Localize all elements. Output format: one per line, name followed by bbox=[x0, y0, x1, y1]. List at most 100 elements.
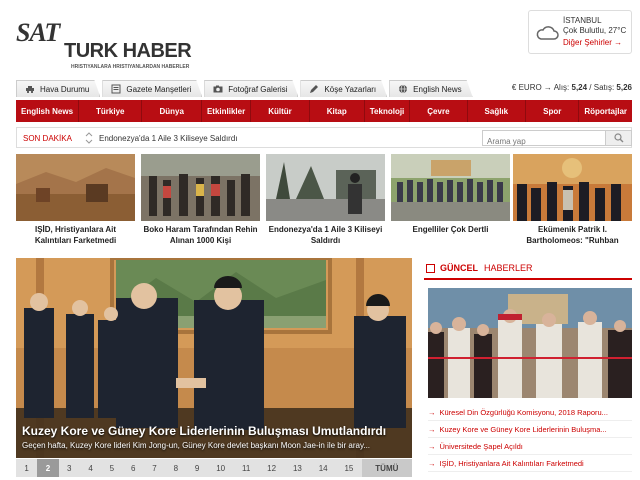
thumb-image[interactable] bbox=[16, 154, 135, 221]
other-cities-link[interactable]: Diğer Şehirler → bbox=[563, 38, 622, 47]
thumb-card[interactable]: Engelliler Çok Dertli bbox=[391, 154, 510, 246]
arrow-right-icon: → bbox=[428, 424, 436, 434]
topnav-english[interactable]: English News bbox=[389, 80, 472, 97]
nav-teknoloji[interactable]: Teknoloji bbox=[365, 100, 411, 122]
sidebar-header: GÜNCEL HABERLER bbox=[424, 258, 632, 280]
search-icon bbox=[613, 133, 623, 143]
list-item[interactable]: → Küresel Din Özgürlüğü Komisyonu, 2018 R… bbox=[428, 404, 632, 421]
nav-etkinlikler[interactable]: Etkinlikler bbox=[202, 100, 252, 122]
arrow-right-icon: → bbox=[428, 407, 436, 417]
search-button[interactable] bbox=[605, 131, 631, 145]
logo-badge: SAT bbox=[16, 18, 60, 47]
featured-description: Geçen hafta, Kuzey Kore lideri Kim Jong-… bbox=[22, 441, 371, 450]
thumb-caption[interactable]: Boko Haram Tarafından Rehin Alınan 1000 … bbox=[141, 224, 260, 246]
thumb-caption[interactable]: Ekümenik Patrik I. Bartholomeos: "Ruhban bbox=[513, 224, 632, 246]
thumb-image[interactable] bbox=[266, 154, 385, 221]
topnav-gallery-label: Fotoğraf Galerisi bbox=[228, 84, 288, 94]
list-item[interactable]: → Üniversitede Şapel Açıldı bbox=[428, 438, 632, 455]
nav-turkiye[interactable]: Türkiye bbox=[79, 100, 143, 122]
newspaper-icon bbox=[111, 84, 121, 94]
page-8[interactable]: 8 bbox=[165, 459, 186, 477]
nav-english-news[interactable]: English News bbox=[16, 100, 80, 122]
thumb-card[interactable]: Ekümenik Patrik I. Bartholomeos: "Ruhban bbox=[513, 154, 632, 246]
thumb-card[interactable]: Boko Haram Tarafından Rehin Alınan 1000 … bbox=[141, 154, 260, 246]
sidebar-news-list: → Küresel Din Özgürlüğü Komisyonu, 2018 R… bbox=[428, 404, 632, 472]
weather-widget: İSTANBUL Çok Bulutlu, 27°C Diğer Şehirle… bbox=[528, 10, 632, 54]
thumb-image[interactable] bbox=[391, 154, 510, 221]
nav-kitap[interactable]: Kitap bbox=[310, 100, 365, 122]
weather-condition: Çok Bulutlu, 27°C bbox=[563, 26, 627, 35]
nav-saglik[interactable]: Sağlık bbox=[468, 100, 527, 122]
thumb-card[interactable]: IŞİD, Hristiyanlara Ait Kalıntıları Fark… bbox=[16, 154, 135, 246]
sidebar-title-bold: GÜNCEL bbox=[440, 263, 478, 273]
topnav-columnists[interactable]: Köşe Yazarları bbox=[300, 80, 387, 97]
breaking-label: SON DAKİKA bbox=[23, 134, 72, 143]
topnav-gallery[interactable]: Fotoğraf Galerisi bbox=[204, 80, 298, 97]
camera-icon bbox=[213, 84, 223, 94]
list-item-title[interactable]: Kuzey Kore ve Güney Kore Liderlerinin Bu… bbox=[440, 425, 607, 434]
page-9[interactable]: 9 bbox=[187, 459, 208, 477]
page-4[interactable]: 4 bbox=[80, 459, 101, 477]
page: SAT TURK HABER HRISTIYANLARA HRISTIYANLA… bbox=[0, 0, 640, 480]
thumb-card[interactable]: Endonezya'da 1 Aile 3 Kiliseyi Saldırdı bbox=[266, 154, 385, 246]
ticker-arrows-icon[interactable] bbox=[85, 131, 93, 145]
topnav-columnists-label: Köşe Yazarları bbox=[324, 84, 377, 94]
thumb-image[interactable] bbox=[513, 154, 632, 221]
list-item-title[interactable]: IŞİD, Hristiyanlara Ait Kalıntıları Fark… bbox=[440, 459, 584, 468]
thumb-caption[interactable]: Engelliler Çok Dertli bbox=[391, 224, 510, 235]
topnav-headlines[interactable]: Gazete Manşetleri bbox=[102, 80, 202, 97]
page-15[interactable]: 15 bbox=[336, 459, 362, 477]
list-item[interactable]: → Kuzey Kore ve Güney Kore Liderlerinin B… bbox=[428, 421, 632, 438]
arrow-right-icon: → bbox=[428, 441, 436, 451]
sidebar-image[interactable] bbox=[428, 288, 632, 398]
search-box bbox=[482, 130, 632, 149]
featured-title[interactable]: Kuzey Kore ve Güney Kore Liderlerinin Bu… bbox=[22, 424, 386, 438]
page-5[interactable]: 5 bbox=[101, 459, 122, 477]
list-item[interactable]: → IŞİD, Hristiyanlara Ait Kalıntıları Far… bbox=[428, 455, 632, 472]
site-logo[interactable]: SAT TURK HABER HRISTIYANLARA HRISTIYANLA… bbox=[16, 10, 196, 72]
page-all[interactable]: TÜMÜ bbox=[361, 459, 412, 477]
pen-icon bbox=[309, 84, 319, 94]
current-news-sidebar: GÜNCEL HABERLER → Küresel Din Özgürlüğü K… bbox=[424, 258, 632, 480]
nav-cevre[interactable]: Çevre bbox=[410, 100, 468, 122]
top-nav: Hava Durumu Gazete Manşetleri Fotoğraf G… bbox=[16, 80, 632, 97]
thumb-caption[interactable]: IŞİD, Hristiyanlara Ait Kalıntıları Fark… bbox=[16, 224, 135, 246]
page-13[interactable]: 13 bbox=[285, 459, 311, 477]
page-7[interactable]: 7 bbox=[144, 459, 165, 477]
category-nav: English News Türkiye Dünya Etkinlikler K… bbox=[16, 100, 632, 122]
list-item-title[interactable]: Üniversitede Şapel Açıldı bbox=[440, 442, 523, 451]
nav-roportajlar[interactable]: Röportajlar bbox=[579, 100, 632, 122]
rates-prefix: € EURO → Alış: bbox=[511, 83, 572, 92]
page-11[interactable]: 11 bbox=[234, 459, 259, 477]
page-12[interactable]: 12 bbox=[259, 459, 285, 477]
nav-dunya[interactable]: Dünya bbox=[142, 100, 202, 122]
cloud-icon bbox=[536, 26, 559, 40]
page-3[interactable]: 3 bbox=[59, 459, 80, 477]
nav-spor[interactable]: Spor bbox=[526, 100, 580, 122]
search-input[interactable] bbox=[483, 134, 601, 149]
topnav-weather[interactable]: Hava Durumu bbox=[16, 80, 100, 97]
page-10[interactable]: 10 bbox=[208, 459, 234, 477]
car-icon bbox=[25, 84, 35, 94]
topnav-weather-label: Hava Durumu bbox=[40, 84, 90, 94]
page-6[interactable]: 6 bbox=[123, 459, 144, 477]
list-item-title[interactable]: Küresel Din Özgürlüğü Komisyonu, 2018 Ra… bbox=[440, 408, 608, 417]
globe-icon bbox=[398, 84, 408, 94]
featured-story[interactable]: Kuzey Kore ve Güney Kore Liderlerinin Bu… bbox=[16, 258, 412, 458]
page-2[interactable]: 2 bbox=[37, 459, 59, 477]
thumb-image[interactable] bbox=[141, 154, 260, 221]
thumb-caption[interactable]: Endonezya'da 1 Aile 3 Kiliseyi Saldırdı bbox=[266, 224, 385, 246]
logo-name: TURK HABER bbox=[64, 40, 192, 62]
breaking-headline[interactable]: Endonezya'da 1 Aile 3 Kiliseye Saldırdı bbox=[99, 134, 238, 143]
page-1[interactable]: 1 bbox=[16, 459, 37, 477]
news-thumbnails: IŞİD, Hristiyanlara Ait Kalıntıları Fark… bbox=[16, 154, 632, 246]
feature-pager: 1 2 3 4 5 6 7 8 9 10 11 12 13 14 15 TÜMÜ bbox=[16, 459, 412, 477]
topnav-english-label: English News bbox=[413, 84, 462, 94]
sidebar-title-rest: HABERLER bbox=[484, 263, 533, 273]
page-14[interactable]: 14 bbox=[310, 459, 336, 477]
topnav-headlines-label: Gazete Manşetleri bbox=[126, 84, 192, 94]
rate-sell: 5,26 bbox=[616, 83, 632, 92]
nav-kultur[interactable]: Kültür bbox=[251, 100, 310, 122]
arrow-right-icon: → bbox=[428, 458, 436, 468]
logo-tagline: HRISTIYANLARA HRISTIYANLARDAN HABERLER bbox=[71, 64, 190, 70]
